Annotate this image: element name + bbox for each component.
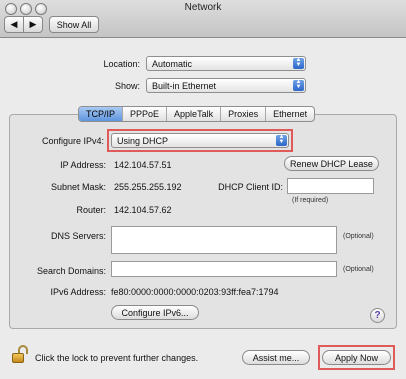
help-button[interactable]: ? (370, 308, 385, 323)
location-popup[interactable]: Automatic ▲ ▼ (146, 56, 306, 71)
dns-servers-label: DNS Servers: (50, 231, 106, 241)
lock-message: Click the lock to prevent further change… (35, 353, 199, 363)
search-domains-field[interactable] (111, 261, 337, 277)
dhcp-client-id-label: DHCP Client ID: (218, 182, 283, 192)
configure-ipv4-popup[interactable]: Using DHCP ▲ ▼ (111, 133, 289, 148)
tab-pppoe[interactable]: PPPoE (123, 107, 168, 121)
ip-address-label: IP Address: (60, 160, 106, 170)
ipv6-address-label: IPv6 Address: (50, 287, 106, 297)
tab-tcpip[interactable]: TCP/IP (79, 107, 124, 121)
forward-button[interactable]: ▶ (23, 16, 43, 33)
lock-icon[interactable] (12, 345, 28, 363)
location-value: Automatic (152, 58, 193, 69)
router-value: 142.104.57.62 (114, 205, 172, 215)
tab-ethernet[interactable]: Ethernet (266, 107, 314, 121)
show-label: Show: (114, 81, 140, 91)
show-value: Built-in Ethernet (152, 80, 217, 91)
ip-address-value: 142.104.57.51 (114, 160, 172, 170)
subnet-mask-value: 255.255.255.192 (114, 182, 182, 192)
assist-me-button[interactable]: Assist me... (242, 350, 310, 365)
preferences-content: Location: Automatic ▲ ▼ Show: Built-in Et… (0, 38, 406, 379)
show-all-button[interactable]: Show All (49, 16, 99, 33)
configure-ipv6-button[interactable]: Configure IPv6... (111, 305, 199, 320)
dns-servers-field[interactable] (111, 226, 337, 254)
search-domains-label: Search Domains: (36, 266, 106, 276)
if-required-note: (If required) (292, 197, 329, 204)
show-popup[interactable]: Built-in Ethernet ▲ ▼ (146, 78, 306, 93)
ipv6-address-value: fe80:0000:0000:0000:0203:93ff:fea7:1794 (111, 287, 279, 297)
apply-now-button[interactable]: Apply Now (322, 350, 391, 365)
configure-ipv4-label: Configure IPv4: (41, 136, 104, 146)
tab-proxies[interactable]: Proxies (221, 107, 267, 121)
back-button[interactable]: ◀ (4, 16, 24, 33)
back-arrow-icon: ◀ (10, 19, 18, 29)
tab-appletalk[interactable]: AppleTalk (167, 107, 222, 121)
popup-arrows-icon: ▲ ▼ (293, 57, 304, 69)
location-label: Location: (103, 59, 140, 69)
window-title: Network (184, 2, 222, 13)
popup-arrows-icon: ▲ ▼ (293, 79, 304, 91)
dns-optional-note: (Optional) (343, 233, 374, 240)
popup-arrows-icon: ▲ ▼ (276, 134, 287, 146)
tab-bar: TCP/IP PPPoE AppleTalk Proxies Ethernet (78, 106, 316, 122)
forward-arrow-icon: ▶ (29, 19, 37, 29)
router-label: Router: (76, 205, 106, 215)
dhcp-client-id-field[interactable] (287, 178, 374, 194)
subnet-mask-label: Subnet Mask: (50, 182, 106, 192)
title-bar: Network ◀ ▶ Show All (0, 0, 406, 38)
renew-dhcp-lease-button[interactable]: Renew DHCP Lease (284, 156, 379, 171)
configure-ipv4-value: Using DHCP (117, 135, 169, 146)
search-optional-note: (Optional) (343, 266, 374, 273)
